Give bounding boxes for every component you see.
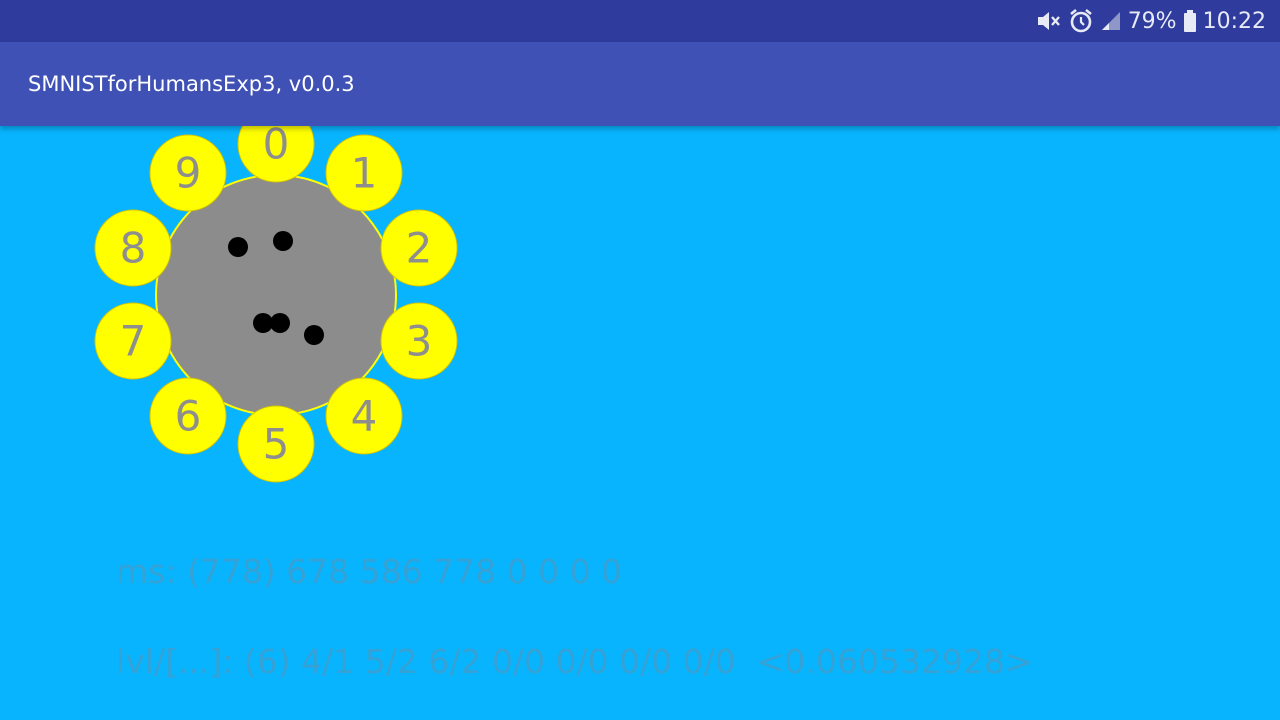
ms-readout: ms: (778) 678 586 778 0 0 0 0 [116, 552, 623, 591]
status-icons: 79% 10:22 [1036, 0, 1266, 42]
alarm-icon [1068, 8, 1094, 34]
digit-label: 7 [120, 317, 147, 366]
stroke-point [270, 313, 290, 333]
stroke-point [304, 325, 324, 345]
digit-label: 3 [406, 317, 433, 366]
app-title: SMNISTforHumansExp3, v0.0.3 [28, 72, 355, 96]
digit-label: 1 [351, 149, 378, 198]
app-screen: 79% 10:22 SMNISTforHumansExp3, v0.0.3 0 … [0, 0, 1280, 720]
digit-button-3[interactable]: 3 [380, 302, 458, 380]
digit-label: 4 [351, 392, 378, 441]
app-bar: SMNISTforHumansExp3, v0.0.3 [0, 42, 1280, 126]
digit-label: 8 [120, 224, 147, 273]
digit-label: 5 [263, 420, 290, 469]
mute-icon [1036, 9, 1062, 33]
level-readout: lvl/[...]: (6) 4/1 5/2 6/2 0/0 0/0 0/0 0… [116, 642, 1033, 681]
digit-label: 0 [263, 120, 290, 169]
digit-button-9[interactable]: 9 [149, 134, 227, 212]
digit-button-1[interactable]: 1 [325, 134, 403, 212]
digit-button-7[interactable]: 7 [94, 302, 172, 380]
clock: 10:22 [1202, 8, 1266, 34]
digit-label: 9 [175, 149, 202, 198]
digit-label: 6 [175, 392, 202, 441]
digit-button-4[interactable]: 4 [325, 377, 403, 455]
digit-button-8[interactable]: 8 [94, 209, 172, 287]
stroke-point [228, 237, 248, 257]
battery-percent: 79% [1127, 8, 1177, 34]
digit-label: 2 [406, 224, 433, 273]
digit-button-2[interactable]: 2 [380, 209, 458, 287]
battery-icon [1183, 9, 1197, 33]
stroke-point [273, 231, 293, 251]
signal-icon [1100, 10, 1122, 32]
digit-button-5[interactable]: 5 [237, 405, 315, 483]
digit-button-6[interactable]: 6 [149, 377, 227, 455]
